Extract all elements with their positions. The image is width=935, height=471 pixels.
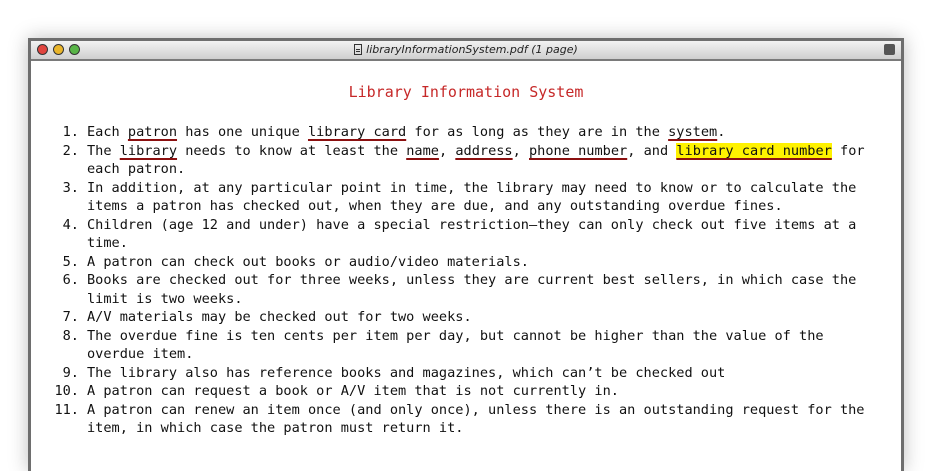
item-number: 11. — [54, 401, 79, 418]
list-item: 6. Books are checked out for three weeks… — [31, 271, 901, 308]
document-page: Library Information System 1. Each patro… — [31, 83, 901, 438]
list-item: 2. The library needs to know at least th… — [31, 142, 901, 179]
underlined-term: system — [668, 124, 718, 140]
item-text: In addition, at any particular point in … — [87, 179, 857, 215]
window-titlebar[interactable]: libraryInformationSystem.pdf (1 page) — [31, 41, 901, 61]
list-item: 8. The overdue fine is ten cents per ite… — [31, 327, 901, 364]
window-title: libraryInformationSystem.pdf (1 page) — [31, 43, 901, 56]
document-heading: Library Information System — [348, 83, 584, 101]
item-number: 8. — [62, 327, 79, 344]
requirements-list: 1. Each patron has one unique library ca… — [31, 123, 901, 438]
list-item: 7. A/V materials may be checked out for … — [31, 308, 901, 327]
document-icon — [354, 44, 363, 55]
item-number: 7. — [62, 309, 79, 325]
item-number: 6. — [62, 272, 79, 288]
list-item: 5. A patron can check out books or audio… — [31, 253, 901, 272]
item-text: Children (age 12 and under) have a speci… — [87, 216, 857, 252]
list-item: 9. The library also has reference books … — [31, 364, 901, 383]
item-number: 4. — [62, 216, 79, 233]
list-item: 4. Children (age 12 and under) have a sp… — [31, 216, 901, 253]
item-number: 5. — [62, 253, 79, 270]
item-number: 10. — [54, 383, 79, 399]
item-text: The overdue fine is ten cents per item p… — [87, 327, 824, 363]
list-item: 11. A patron can renew an item once (and… — [31, 401, 901, 438]
item-text: Each patron has one unique library card … — [87, 124, 726, 140]
underlined-term: phone number — [529, 142, 628, 159]
item-number: 3. — [62, 179, 79, 196]
item-text: A patron can check out books or audio/vi… — [87, 253, 529, 270]
underlined-term: library card — [307, 124, 407, 140]
item-number: 1. — [62, 124, 79, 140]
underlined-term: name — [406, 142, 439, 159]
underlined-term: patron — [127, 124, 178, 140]
item-text: The library also has reference books and… — [87, 364, 726, 381]
item-number: 9. — [62, 364, 79, 381]
list-item: 3. In addition, at any particular point … — [31, 179, 901, 216]
underlined-term: library — [119, 142, 178, 159]
item-text: A patron can request a book or A/V item … — [87, 383, 619, 399]
item-number: 2. — [62, 142, 79, 159]
pdf-viewer-window: libraryInformationSystem.pdf (1 page) Li… — [28, 38, 904, 471]
list-item: 10. A patron can request a book or A/V i… — [31, 382, 901, 401]
list-item: 1. Each patron has one unique library ca… — [31, 123, 901, 142]
item-text: A patron can renew an item once (and onl… — [87, 401, 865, 437]
item-text: Books are checked out for three weeks, u… — [87, 272, 857, 307]
window-title-text: libraryInformationSystem.pdf (1 page) — [366, 43, 578, 56]
underlined-term: address — [455, 142, 513, 159]
item-text: The library needs to know at least the n… — [87, 142, 865, 177]
item-text: A/V materials may be checked out for two… — [87, 309, 472, 325]
resize-icon[interactable] — [884, 44, 895, 55]
highlighted-term: library card number — [676, 142, 832, 159]
